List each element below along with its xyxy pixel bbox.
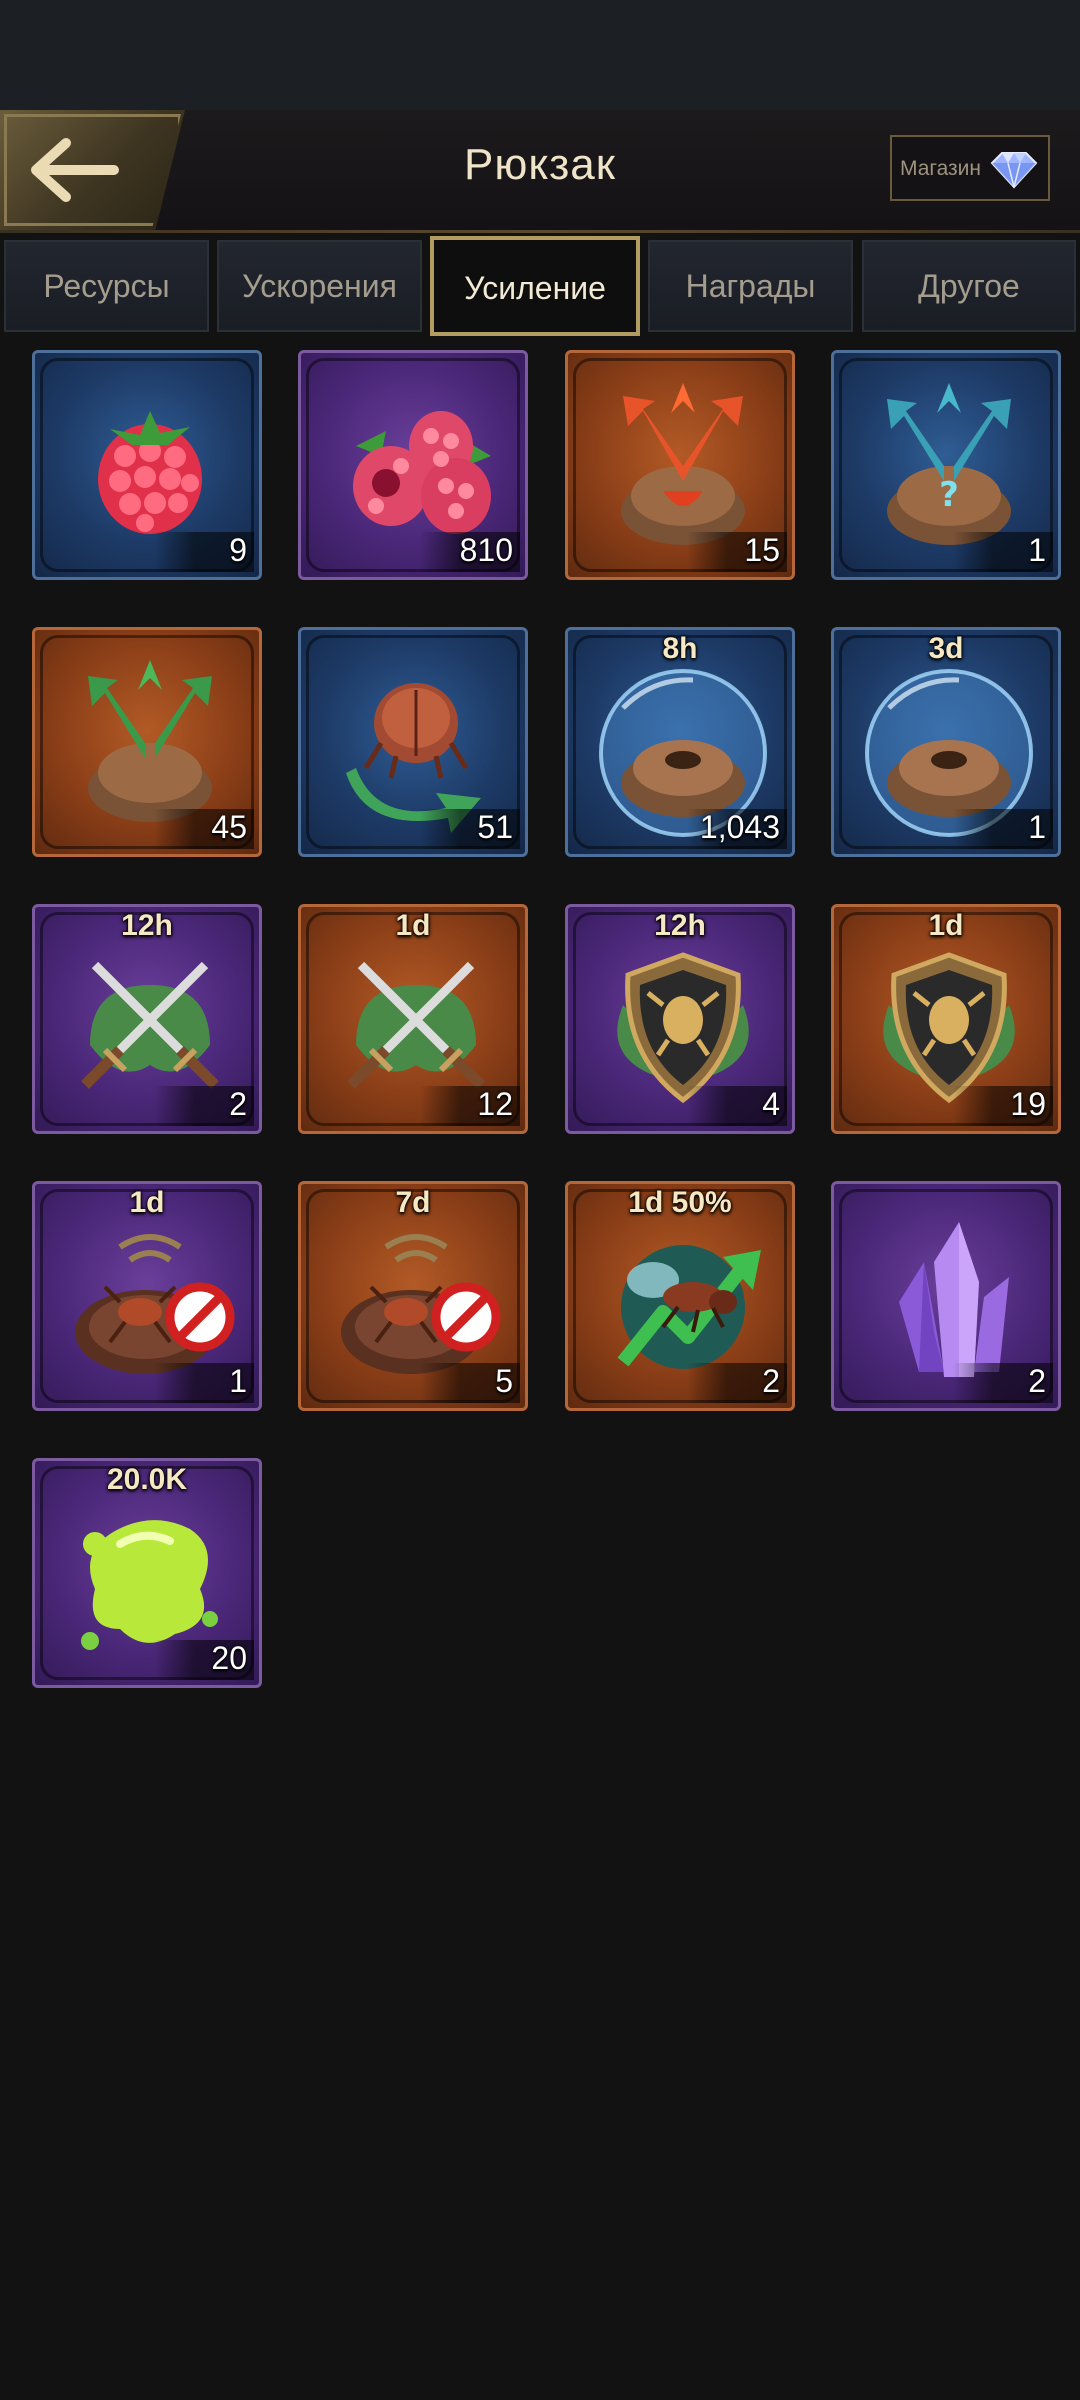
inventory-item[interactable]: 9 — [32, 350, 262, 580]
category-tabs: Ресурсы Ускорения Усиление Награды Друго… — [0, 236, 1080, 336]
back-button[interactable] — [0, 110, 185, 230]
item-count: 1,043 — [699, 809, 780, 845]
item-grid: 9 810 15 ? 1 45 51 8h 1,043 3d 1 12h 2 1… — [0, 350, 1080, 1700]
header-bar: Рюкзак Магазин — [0, 110, 1080, 233]
item-count: 20 — [211, 1640, 247, 1676]
item-duration: 1d — [395, 909, 431, 942]
item-duration: 1d 50% — [628, 1186, 732, 1219]
tab-speedups[interactable]: Ускорения — [217, 240, 422, 332]
inventory-item[interactable]: 12h 4 — [565, 904, 795, 1134]
status-bar — [0, 0, 1080, 110]
inventory-item[interactable]: 1d 12 — [298, 904, 528, 1134]
item-duration: 1d — [129, 1186, 165, 1219]
item-count: 51 — [477, 809, 513, 845]
inventory-item[interactable]: 3d 1 — [831, 627, 1061, 857]
shop-label: Магазин — [900, 157, 982, 180]
tab-boosts[interactable]: Усиление — [430, 236, 640, 336]
inventory-item[interactable]: 15 — [565, 350, 795, 580]
inventory-item[interactable]: 1d 50% 2 — [565, 1181, 795, 1411]
tab-resources[interactable]: Ресурсы — [4, 240, 209, 332]
item-count: 15 — [744, 532, 780, 568]
shop-button[interactable]: Магазин — [890, 135, 1050, 201]
back-arrow-icon — [31, 138, 119, 202]
inventory-item[interactable]: 20.0K 20 — [32, 1458, 262, 1688]
inventory-item[interactable]: 810 — [298, 350, 528, 580]
item-count: 1 — [1028, 809, 1046, 845]
tab-other[interactable]: Другое — [862, 240, 1076, 332]
item-duration: 12h — [654, 909, 706, 942]
item-count: 4 — [762, 1086, 780, 1122]
inventory-item[interactable]: 1d 19 — [831, 904, 1061, 1134]
item-amount: 20.0K — [106, 1463, 188, 1496]
item-count: 810 — [459, 532, 513, 568]
tab-rewards[interactable]: Награды — [648, 240, 853, 332]
inventory-item[interactable]: 12h 2 — [32, 904, 262, 1134]
item-count: 19 — [1010, 1086, 1046, 1122]
item-count: 45 — [211, 809, 247, 845]
item-count: 2 — [229, 1086, 247, 1122]
item-count: 2 — [762, 1363, 780, 1399]
inventory-item[interactable]: 2 — [831, 1181, 1061, 1411]
inventory-item[interactable]: 7d 5 — [298, 1181, 528, 1411]
item-count: 9 — [229, 532, 247, 568]
item-count: 1 — [229, 1363, 247, 1399]
item-count: 1 — [1028, 532, 1046, 568]
inventory-item[interactable]: 1d 1 — [32, 1181, 262, 1411]
item-count: 2 — [1028, 1363, 1046, 1399]
item-duration: 3d — [928, 632, 964, 665]
item-duration: 8h — [662, 632, 698, 665]
item-duration: 1d — [928, 909, 964, 942]
inventory-item[interactable]: 51 — [298, 627, 528, 857]
item-count: 12 — [477, 1086, 513, 1122]
inventory-item[interactable]: 45 — [32, 627, 262, 857]
inventory-item[interactable]: ? 1 — [831, 350, 1061, 580]
svg-text:?: ? — [939, 475, 959, 515]
diamond-icon — [990, 152, 1038, 189]
item-duration: 12h — [121, 909, 173, 942]
item-count: 5 — [495, 1363, 513, 1399]
inventory-item[interactable]: 8h 1,043 — [565, 627, 795, 857]
item-duration: 7d — [395, 1186, 431, 1219]
